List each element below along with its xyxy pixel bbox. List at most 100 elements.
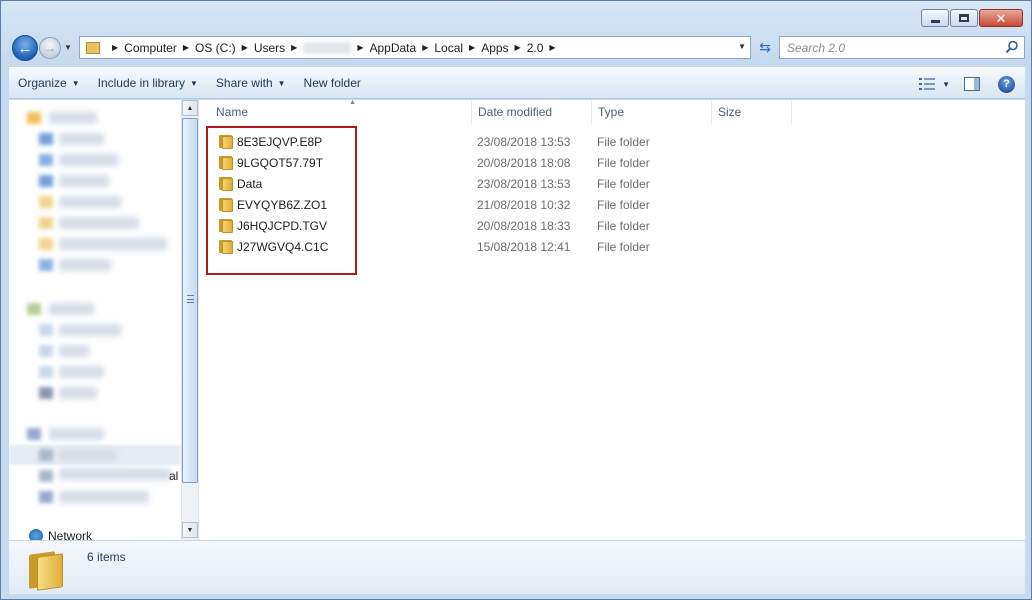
nav-item-redacted[interactable] — [59, 449, 117, 461]
forward-button[interactable]: → — [39, 37, 61, 59]
network-icon — [29, 529, 43, 540]
column-header-size[interactable]: Size — [712, 100, 792, 124]
change-view-button[interactable] — [916, 74, 938, 94]
file-type: File folder — [597, 134, 650, 149]
navigation-pane[interactable]: al Network — [9, 100, 181, 540]
nav-item-icon — [39, 259, 53, 271]
address-dropdown-icon[interactable]: ▼ — [738, 42, 746, 51]
nav-item-icon — [39, 345, 53, 357]
breadcrumb-item-os-c[interactable]: OS (C:) — [195, 41, 236, 55]
breadcrumb-separator-icon[interactable]: ▶ — [469, 43, 475, 52]
breadcrumb-item-appdata[interactable]: AppData — [369, 41, 416, 55]
file-date: 20/08/2018 18:33 — [477, 218, 571, 233]
nav-item-redacted[interactable] — [59, 387, 97, 399]
include-in-library-label: Include in library — [97, 76, 185, 90]
nav-item-redacted[interactable] — [59, 366, 104, 378]
breadcrumb-separator-icon[interactable]: ▶ — [549, 43, 555, 52]
nav-item-redacted[interactable] — [59, 217, 139, 229]
share-with-button[interactable]: Share with ▼ — [207, 68, 295, 98]
nav-item-icon — [39, 366, 53, 378]
column-header-name[interactable]: Name ▲ — [210, 99, 472, 124]
nav-item-redacted[interactable] — [49, 112, 97, 124]
breadcrumb-separator-icon[interactable]: ▶ — [242, 43, 248, 52]
recent-pages-dropdown-icon[interactable]: ▼ — [64, 43, 72, 52]
breadcrumb-separator-icon[interactable]: ▶ — [112, 43, 118, 52]
column-header-date-modified[interactable]: Date modified — [472, 100, 592, 124]
item-count: 6 items — [87, 550, 126, 564]
scroll-up-button[interactable]: ▲ — [182, 100, 198, 116]
breadcrumb-separator-icon[interactable]: ▶ — [291, 43, 297, 52]
back-button[interactable]: ← — [12, 35, 38, 61]
libraries-icon — [27, 303, 41, 315]
nav-item-redacted[interactable] — [59, 491, 149, 503]
nav-item-icon — [39, 154, 53, 166]
column-header-type[interactable]: Type — [592, 100, 712, 124]
nav-item-redacted[interactable] — [59, 345, 89, 357]
minimize-button[interactable] — [921, 9, 949, 27]
breadcrumb-separator-icon[interactable]: ▶ — [183, 43, 189, 52]
scroll-thumb[interactable] — [182, 118, 198, 483]
preview-pane-icon[interactable] — [964, 77, 980, 91]
view-options-dropdown-icon[interactable]: ▼ — [942, 80, 950, 89]
nav-item-redacted[interactable] — [59, 238, 167, 250]
refresh-button[interactable]: ⇆ — [753, 36, 777, 59]
file-list[interactable]: Name ▲ Date modified Type Size 8E3EJQVP.… — [198, 99, 1026, 540]
nav-item-icon — [39, 196, 53, 208]
file-date: 23/08/2018 13:53 — [477, 176, 571, 191]
forward-arrow-icon: → — [44, 41, 56, 55]
help-icon[interactable]: ? — [998, 75, 1015, 93]
file-date: 20/08/2018 18:08 — [477, 155, 571, 170]
breadcrumb-item-2-0[interactable]: 2.0 — [527, 41, 544, 55]
nav-item-redacted[interactable] — [49, 303, 94, 315]
breadcrumb-item-redacted-user[interactable] — [303, 41, 352, 54]
breadcrumb-item-apps[interactable]: Apps — [481, 41, 508, 55]
details-view-icon — [919, 78, 936, 90]
nav-item-redacted[interactable] — [59, 324, 121, 336]
column-header-date-label: Date modified — [478, 105, 553, 119]
breadcrumb-separator-icon[interactable]: ▶ — [515, 43, 521, 52]
new-folder-label: New folder — [303, 76, 361, 90]
chevron-down-icon: ▼ — [71, 78, 80, 88]
breadcrumb-item-local[interactable]: Local — [434, 41, 463, 55]
search-placeholder: Search 2.0 — [787, 40, 846, 55]
nav-item-redacted[interactable] — [59, 154, 119, 166]
file-type: File folder — [597, 176, 650, 191]
nav-item-network[interactable]: Network — [29, 529, 92, 540]
minimize-icon — [930, 19, 940, 23]
nav-item-icon — [39, 217, 53, 229]
column-header-row: Name ▲ Date modified Type Size — [199, 99, 1026, 124]
organize-label: Organize — [18, 76, 67, 90]
breadcrumb-item-users[interactable]: Users — [254, 41, 285, 55]
file-date: 23/08/2018 13:53 — [477, 134, 571, 149]
maximize-icon — [959, 14, 969, 22]
chevron-down-icon: ▼ — [277, 78, 286, 88]
column-header-size-label: Size — [718, 105, 742, 119]
new-folder-button[interactable]: New folder — [295, 68, 370, 98]
scroll-down-button[interactable]: ▼ — [182, 522, 198, 538]
nav-item-redacted[interactable] — [49, 428, 104, 440]
maximize-button[interactable] — [950, 9, 978, 27]
navigation-row: ← → ▼ ▶ Computer ▶ OS (C:) ▶ Users ▶ ▶ A… — [9, 34, 1025, 61]
address-bar[interactable]: ▶ Computer ▶ OS (C:) ▶ Users ▶ ▶ AppData… — [79, 36, 751, 59]
breadcrumb-separator-icon[interactable]: ▶ — [357, 43, 363, 52]
folder-icon — [86, 41, 100, 54]
nav-item-partial-text: al — [169, 469, 179, 483]
close-button[interactable]: ✕ — [979, 9, 1023, 27]
column-header-name-label: Name — [216, 105, 249, 119]
search-input[interactable]: Search 2.0 — [779, 36, 1025, 59]
nav-item-redacted[interactable] — [59, 175, 109, 187]
breadcrumb-item-computer[interactable]: Computer — [124, 41, 177, 55]
navigation-pane-scrollbar[interactable]: ▲ ▼ — [181, 100, 198, 540]
nav-item-redacted[interactable] — [59, 196, 121, 208]
close-icon: ✕ — [995, 10, 1007, 26]
breadcrumb-separator-icon[interactable]: ▶ — [422, 43, 428, 52]
file-type: File folder — [597, 218, 650, 233]
include-in-library-button[interactable]: Include in library ▼ — [89, 68, 207, 98]
search-icon[interactable] — [1005, 40, 1019, 54]
nav-item-redacted[interactable] — [59, 259, 111, 271]
nav-item-redacted[interactable] — [59, 468, 171, 480]
column-header-type-label: Type — [598, 105, 625, 119]
organize-button[interactable]: Organize ▼ — [9, 68, 89, 98]
sort-ascending-icon: ▲ — [349, 99, 356, 106]
nav-item-redacted[interactable] — [59, 133, 104, 145]
